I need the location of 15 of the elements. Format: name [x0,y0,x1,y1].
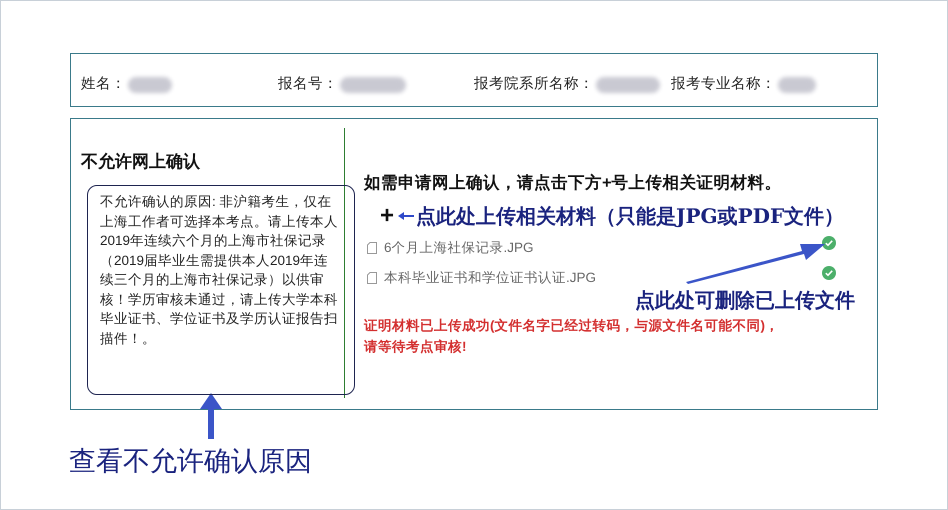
reason-text: 不允许确认的原因: 非沪籍考生，仅在上海工作者可选择本考点。请上传本人2019年连续六个月的上海市社保记录（2019届毕业生需提供本人2019年连续三个月的上海市社保记录）以供审核！学历审核未通过，请上传大学本科毕业证书、学位证书及学历认证报告扫描件！。 [87,185,355,395]
success-message: 请等待考点审核! [364,338,468,356]
success-message: 证明材料已上传成功(文件名字已经过转码，与源文件名可能不同)， [364,317,780,335]
annotation-text: 点此处可删除已上传文件 [635,287,855,313]
upload-button[interactable]: + [378,204,396,228]
field-label: 报考院系所名称： [474,75,594,94]
section-title: 不允许网上确认 [81,151,201,173]
file-link[interactable]: 6个月上海社保记录.JPG [384,238,534,258]
annotation-text: 查看不允许确认原因 [69,445,312,479]
instruction-heading: 如需申请网上确认，请点击下方+号上传相关证明材料。 [364,172,783,194]
field-label: 报名号： [278,75,338,94]
field-label: 姓名： [81,75,126,94]
annotation-text: 点此处上传相关材料（只能是JPG或PDF文件） [416,203,844,229]
field-label: 报考专业名称： [671,75,776,94]
file-link[interactable]: 本科毕业证书和学位证书认证.JPG [384,268,596,288]
